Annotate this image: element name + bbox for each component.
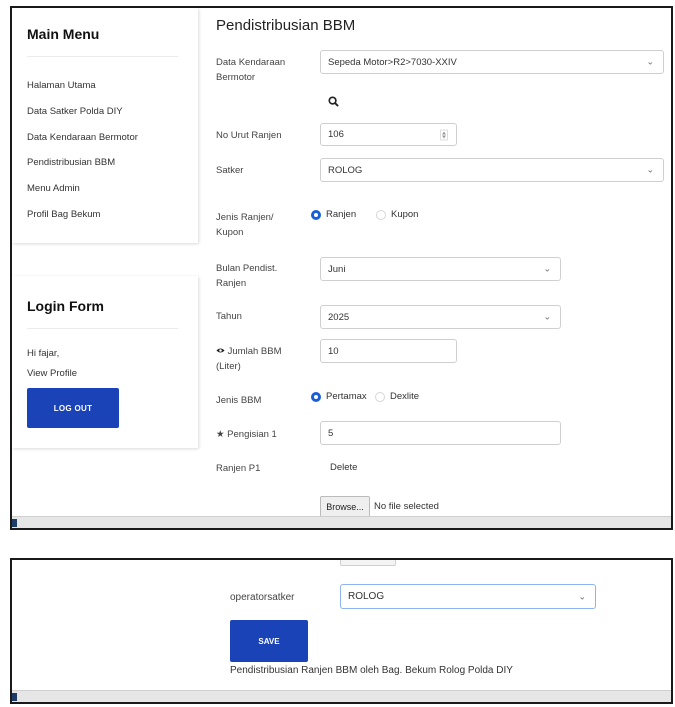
- chevron-down-icon: ⌄: [646, 56, 654, 67]
- number-stepper-icon[interactable]: [440, 129, 448, 140]
- view-profile-link[interactable]: View Profile: [27, 368, 77, 379]
- bulan-label: Bulan Pendist. Ranjen: [216, 263, 278, 289]
- bottom-scrollbar[interactable]: [12, 516, 671, 528]
- jumlah-input[interactable]: 10: [320, 339, 457, 363]
- jumlah-value: 10: [328, 345, 339, 357]
- data-kendaraan-label: Data Kendaraan Bermotor: [216, 57, 286, 83]
- operator-label: operatorsatker: [230, 592, 295, 603]
- no-urut-value: 106: [328, 129, 344, 140]
- login-title: Login Form: [27, 298, 104, 314]
- data-kendaraan-value: Sepeda Motor>R2>7030-XXIV: [328, 56, 457, 68]
- radio-kupon-label: Kupon: [391, 209, 419, 220]
- pengisian-input[interactable]: 5: [320, 421, 561, 445]
- menu-item-pendistribusian[interactable]: Pendistribusian BBM: [27, 157, 115, 168]
- radio-pertamax[interactable]: Pertamax: [311, 391, 367, 402]
- satker-label: Satker: [216, 165, 244, 176]
- greeting-text: Hi fajar,: [27, 348, 60, 359]
- satker-value: ROLOG: [328, 164, 363, 176]
- star-icon: ★: [216, 429, 225, 440]
- main-menu-title: Main Menu: [27, 26, 100, 42]
- tahun-label: Tahun: [216, 311, 242, 322]
- radio-unselected-icon: [375, 391, 385, 402]
- pengisian-label-text: Pengisian 1: [227, 429, 277, 440]
- radio-selected-icon: [311, 209, 321, 220]
- radio-dexlite-label: Dexlite: [390, 391, 420, 402]
- browse-button[interactable]: Browse...: [320, 496, 370, 518]
- taskbar-edge-icon: [12, 693, 17, 701]
- pengisian-label: ★ Pengisian 1: [216, 427, 277, 442]
- radio-kupon[interactable]: Kupon: [376, 209, 418, 220]
- chevron-down-icon: ⌄: [543, 311, 551, 322]
- menu-item-profil[interactable]: Profil Bag Bekum: [27, 209, 100, 220]
- satker-select[interactable]: ROLOG ⌄: [320, 158, 664, 182]
- data-kendaraan-select[interactable]: Sepeda Motor>R2>7030-XXIV ⌄: [320, 50, 664, 74]
- ranjen-p1-label: Ranjen P1: [216, 463, 261, 474]
- logout-button[interactable]: LOG OUT: [27, 388, 119, 428]
- menu-item-data-kendaraan[interactable]: Data Kendaraan Bermotor: [27, 132, 138, 143]
- footer-note: Pendistribusian Ranjen BBM oleh Bag. Bek…: [230, 665, 513, 676]
- menu-item-menu-admin[interactable]: Menu Admin: [27, 183, 80, 194]
- bulan-value: Juni: [328, 263, 346, 275]
- jenis-ranjen-label: Jenis Ranjen/ Kupon: [216, 212, 274, 238]
- radio-dexlite[interactable]: Dexlite: [375, 391, 419, 402]
- file-status: No file selected: [374, 501, 439, 512]
- main-menu-panel: Main Menu Halaman Utama Data Satker Pold…: [12, 8, 198, 243]
- search-icon[interactable]: [328, 94, 339, 112]
- chevron-down-icon: ⌄: [543, 263, 551, 274]
- operator-select[interactable]: ROLOG ⌄: [340, 584, 596, 609]
- jenis-bbm-label: Jenis BBM: [216, 395, 262, 406]
- radio-unselected-icon: [376, 209, 386, 220]
- operator-value: ROLOG: [348, 591, 385, 602]
- delete-link[interactable]: Delete: [330, 462, 357, 473]
- chevron-down-icon: ⌄: [578, 591, 586, 601]
- radio-ranjen-label: Ranjen: [326, 209, 357, 220]
- login-divider: [27, 328, 178, 329]
- no-urut-label: No Urut Ranjen: [216, 130, 282, 141]
- tahun-select[interactable]: 2025 ⌄: [320, 305, 561, 329]
- no-urut-input[interactable]: 106: [320, 123, 457, 146]
- login-panel: Login Form Hi fajar, View Profile LOG OU…: [12, 276, 198, 448]
- bottom-scrollbar[interactable]: [12, 690, 671, 702]
- radio-ranjen[interactable]: Ranjen: [311, 209, 356, 220]
- page-title: Pendistribusian BBM: [216, 17, 356, 34]
- save-button[interactable]: SAVE: [230, 620, 308, 662]
- taskbar-edge-icon: [12, 519, 17, 527]
- eye-icon: [216, 346, 228, 357]
- tahun-value: 2025: [328, 311, 350, 323]
- continuation-window: operatorsatker ROLOG ⌄ SAVE Pendistribus…: [10, 558, 673, 704]
- menu-divider: [27, 56, 178, 57]
- radio-selected-icon: [311, 391, 321, 402]
- jumlah-label: Jumlah BBM (Liter): [216, 344, 298, 374]
- bulan-select[interactable]: Juni ⌄: [320, 257, 561, 281]
- menu-item-data-satker[interactable]: Data Satker Polda DIY: [27, 106, 123, 117]
- pengisian-value: 5: [328, 427, 334, 439]
- menu-item-halaman-utama[interactable]: Halaman Utama: [27, 80, 96, 91]
- partial-field: [340, 560, 396, 566]
- chevron-down-icon: ⌄: [646, 164, 654, 175]
- radio-pertamax-label: Pertamax: [326, 391, 367, 402]
- main-window: Main Menu Halaman Utama Data Satker Pold…: [10, 6, 673, 530]
